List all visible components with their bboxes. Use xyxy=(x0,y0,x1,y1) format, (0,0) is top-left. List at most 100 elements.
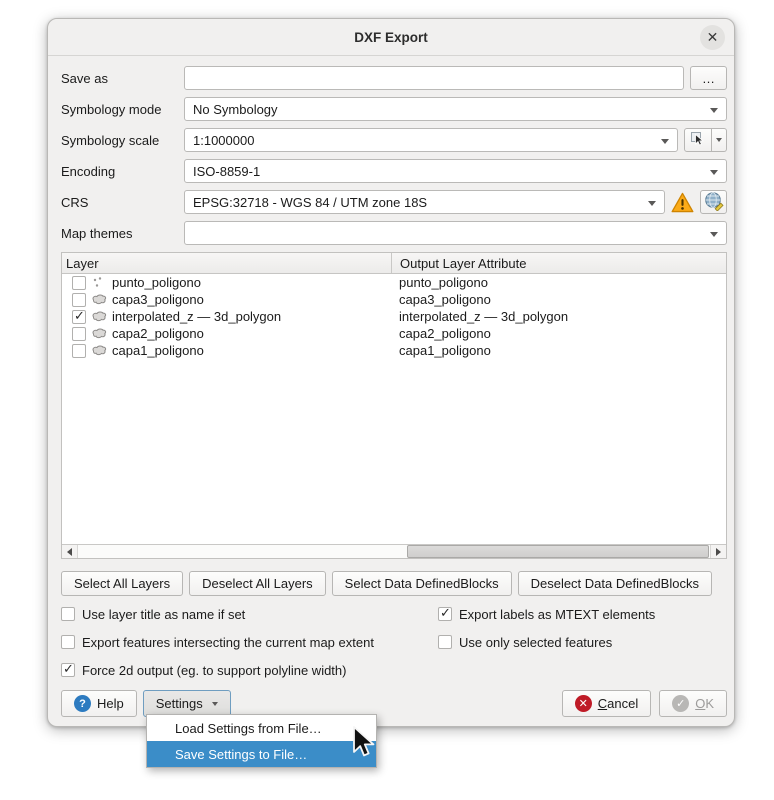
ok-button-label: OK xyxy=(695,696,714,711)
option-export-mtext[interactable]: Export labels as MTEXT elements xyxy=(438,606,655,622)
table-row[interactable]: punto_poligono punto_poligono xyxy=(62,274,726,291)
only-selected-checkbox[interactable] xyxy=(438,635,452,649)
table-row[interactable]: capa1_poligono capa1_poligono xyxy=(62,342,726,359)
encoding-select[interactable]: ISO-8859-1 xyxy=(184,159,727,183)
table-horizontal-scrollbar[interactable] xyxy=(62,544,726,558)
scrollbar-track[interactable] xyxy=(77,545,711,558)
export-mtext-label: Export labels as MTEXT elements xyxy=(459,607,655,622)
intersecting-extent-checkbox[interactable] xyxy=(61,635,75,649)
encoding-label: Encoding xyxy=(61,164,184,179)
titlebar[interactable]: DXF Export ✕ xyxy=(48,19,734,56)
layer-name: capa1_poligono xyxy=(112,343,204,358)
cancel-icon: ✕ xyxy=(575,695,592,712)
layer-checkbox[interactable] xyxy=(72,327,86,341)
symbology-mode-row: Symbology mode No Symbology xyxy=(61,97,727,121)
encoding-row: Encoding ISO-8859-1 xyxy=(61,159,727,183)
layer-attribute[interactable]: punto_poligono xyxy=(391,275,726,290)
symbology-scale-label: Symbology scale xyxy=(61,133,184,148)
symbology-mode-value: No Symbology xyxy=(193,102,278,117)
layer-checkbox[interactable] xyxy=(72,276,86,290)
crs-row: CRS EPSG:32718 - WGS 84 / UTM zone 18S xyxy=(61,190,727,214)
select-all-layers-button[interactable]: Select All Layers xyxy=(61,571,183,596)
symbology-scale-value: 1:1000000 xyxy=(193,133,254,148)
help-button-label: Help xyxy=(97,696,124,711)
layer-attribute[interactable]: capa1_poligono xyxy=(391,343,726,358)
encoding-value: ISO-8859-1 xyxy=(193,164,260,179)
layer-attribute[interactable]: interpolated_z — 3d_polygon xyxy=(391,309,726,324)
menu-item-save-settings[interactable]: Save Settings to File… xyxy=(147,741,376,767)
only-selected-label: Use only selected features xyxy=(459,635,612,650)
save-as-input[interactable] xyxy=(184,66,684,90)
window-title: DXF Export xyxy=(354,30,428,45)
scrollbar-thumb[interactable] xyxy=(407,545,709,558)
select-data-defined-blocks-button[interactable]: Select Data DefinedBlocks xyxy=(332,571,512,596)
force-2d-checkbox[interactable] xyxy=(61,663,75,677)
polygon-layer-icon xyxy=(91,293,107,306)
table-row[interactable]: capa3_poligono capa3_poligono xyxy=(62,291,726,308)
table-row[interactable]: capa2_poligono capa2_poligono xyxy=(62,325,726,342)
crs-label: CRS xyxy=(61,195,184,210)
table-body: punto_poligono punto_poligono capa3_poli… xyxy=(62,274,726,544)
crs-value: EPSG:32718 - WGS 84 / UTM zone 18S xyxy=(193,195,427,210)
option-force-2d[interactable]: Force 2d output (eg. to support polyline… xyxy=(61,662,346,678)
map-themes-select[interactable] xyxy=(184,221,727,245)
polygon-layer-icon xyxy=(91,344,107,357)
symbology-mode-select[interactable]: No Symbology xyxy=(184,97,727,121)
export-mtext-checkbox[interactable] xyxy=(438,607,452,621)
points-layer-icon xyxy=(91,276,107,289)
browse-button[interactable]: … xyxy=(690,66,727,90)
crs-select[interactable]: EPSG:32718 - WGS 84 / UTM zone 18S xyxy=(184,190,665,214)
column-header-layer[interactable]: Layer xyxy=(62,253,391,273)
scroll-left-arrow-icon[interactable] xyxy=(62,545,77,558)
symbology-scale-select[interactable]: 1:1000000 xyxy=(184,128,678,152)
menu-item-load-settings[interactable]: Load Settings from File… xyxy=(147,715,376,741)
globe-icon xyxy=(704,191,724,214)
layer-attribute[interactable]: capa2_poligono xyxy=(391,326,726,341)
cancel-button-label: Cancel xyxy=(598,696,638,711)
select-crs-button[interactable] xyxy=(700,190,727,214)
chevron-down-icon xyxy=(710,232,718,237)
column-header-output-attribute[interactable]: Output Layer Attribute xyxy=(391,253,726,273)
footer-button-row: ? Help Settings ✕ Cancel ✓ OK xyxy=(61,690,727,717)
layers-table: Layer Output Layer Attribute punto_polig… xyxy=(61,252,727,559)
layer-checkbox[interactable] xyxy=(72,310,86,324)
option-intersecting-extent[interactable]: Export features intersecting the current… xyxy=(61,634,438,650)
scale-picker-split-button xyxy=(684,128,727,152)
settings-button[interactable]: Settings xyxy=(143,690,231,717)
polygon-layer-icon xyxy=(91,327,107,340)
chevron-down-icon xyxy=(648,201,656,206)
deselect-all-layers-button[interactable]: Deselect All Layers xyxy=(189,571,326,596)
close-icon[interactable]: ✕ xyxy=(700,25,725,50)
layer-name: punto_poligono xyxy=(112,275,201,290)
ok-button[interactable]: ✓ OK xyxy=(659,690,727,717)
crs-warning-icon xyxy=(671,192,694,213)
dxf-export-dialog: DXF Export ✕ Save as … Symbology mode No… xyxy=(47,18,735,727)
settings-button-label: Settings xyxy=(156,696,203,711)
option-use-layer-title[interactable]: Use layer title as name if set xyxy=(61,606,438,622)
chevron-down-icon xyxy=(710,108,718,113)
chevron-down-icon xyxy=(212,702,218,706)
export-options: Use layer title as name if set Export la… xyxy=(61,606,727,678)
ok-icon: ✓ xyxy=(672,695,689,712)
help-button[interactable]: ? Help xyxy=(61,690,137,717)
deselect-data-defined-blocks-button[interactable]: Deselect Data DefinedBlocks xyxy=(518,571,712,596)
layer-name: capa2_poligono xyxy=(112,326,204,341)
export-form: Save as … Symbology mode No Symbology Sy… xyxy=(48,56,734,245)
scroll-right-arrow-icon[interactable] xyxy=(711,545,726,558)
cancel-button[interactable]: ✕ Cancel xyxy=(562,690,651,717)
save-as-row: Save as … xyxy=(61,66,727,90)
layer-checkbox[interactable] xyxy=(72,293,86,307)
layer-attribute[interactable]: capa3_poligono xyxy=(391,292,726,307)
layer-name: capa3_poligono xyxy=(112,292,204,307)
set-scale-from-canvas-button[interactable] xyxy=(684,128,712,152)
help-icon: ? xyxy=(74,695,91,712)
chevron-down-icon xyxy=(661,139,669,144)
map-cursor-icon xyxy=(690,131,706,150)
option-only-selected[interactable]: Use only selected features xyxy=(438,634,612,650)
scale-picker-dropdown-button[interactable] xyxy=(712,128,727,152)
layer-checkbox[interactable] xyxy=(72,344,86,358)
force-2d-label: Force 2d output (eg. to support polyline… xyxy=(82,663,346,678)
table-row[interactable]: interpolated_z — 3d_polygon interpolated… xyxy=(62,308,726,325)
use-layer-title-checkbox[interactable] xyxy=(61,607,75,621)
use-layer-title-label: Use layer title as name if set xyxy=(82,607,245,622)
